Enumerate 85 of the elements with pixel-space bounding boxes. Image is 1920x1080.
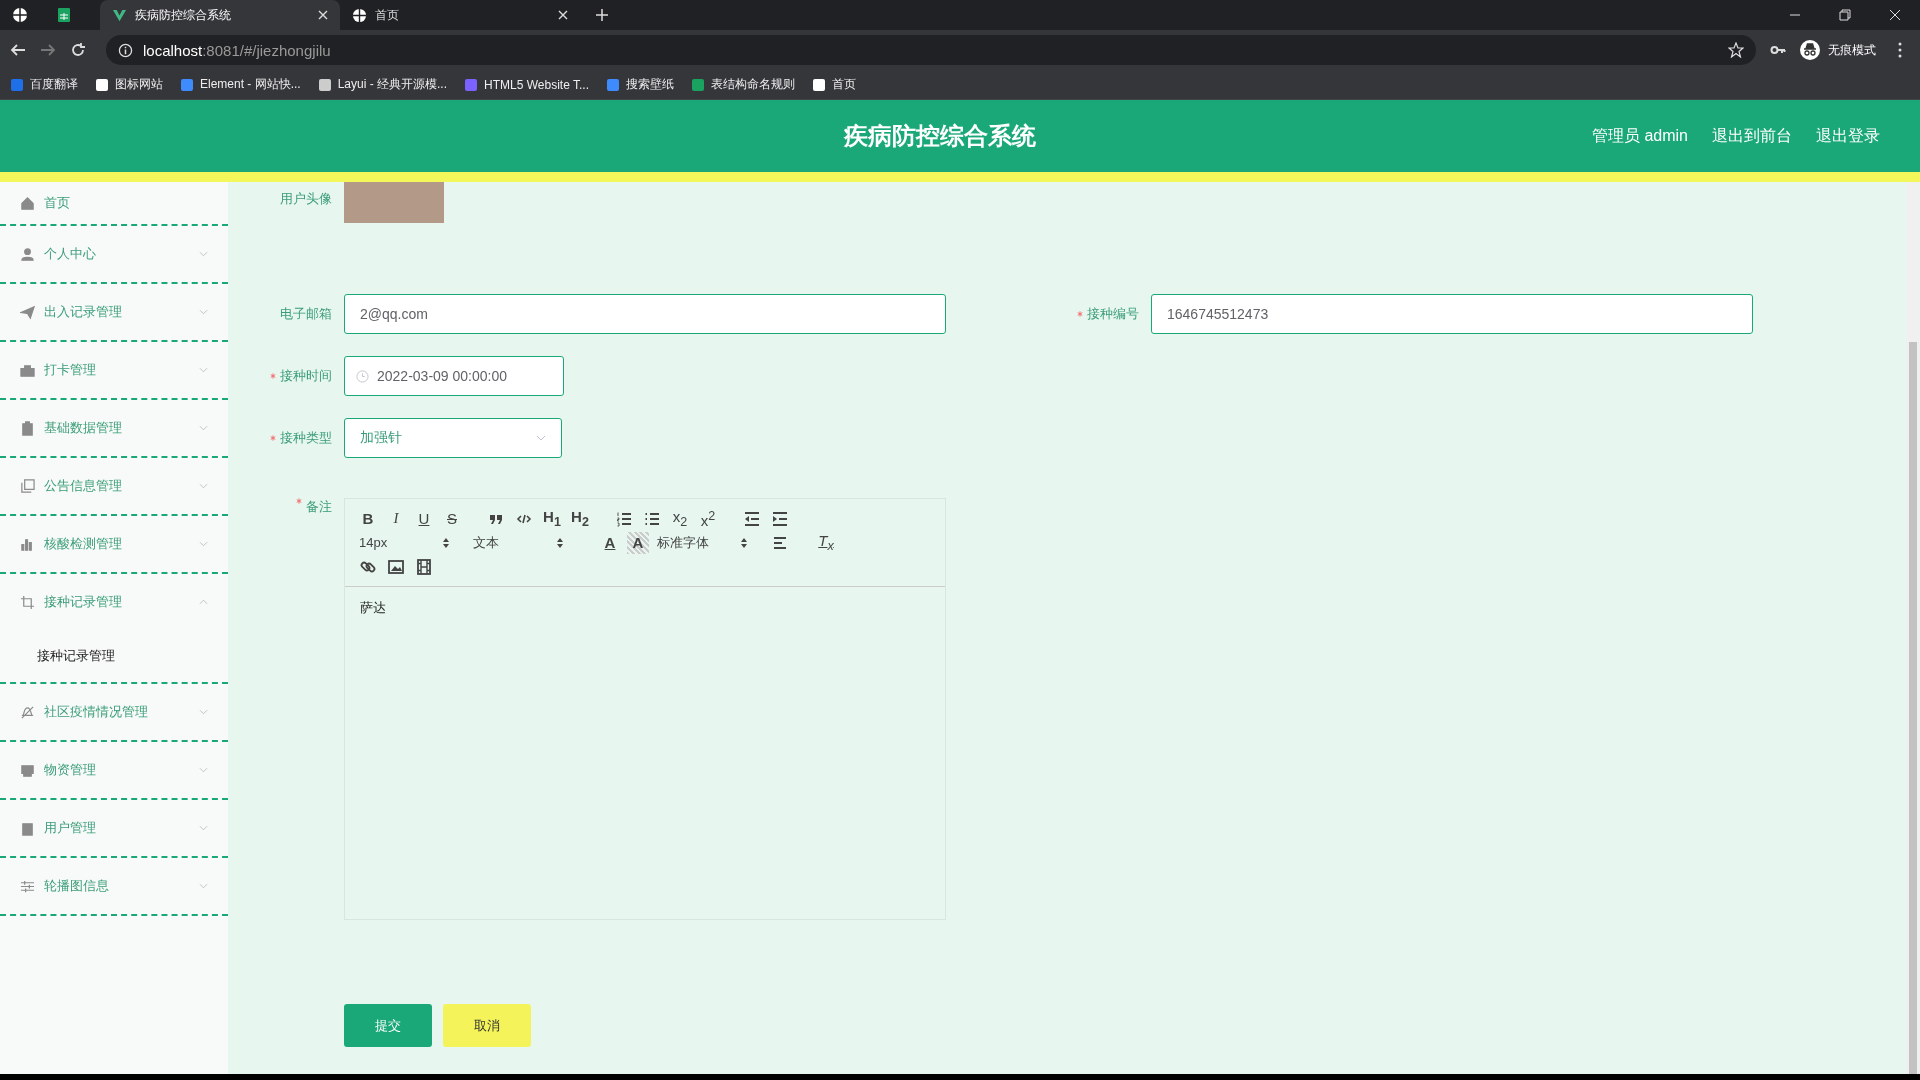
- bookmark-icon: [180, 77, 194, 92]
- bookmark-icon: [691, 77, 705, 92]
- toolbar-button[interactable]: H$_{2}$: [569, 507, 591, 530]
- user-icon: [20, 246, 35, 262]
- home-icon: [20, 195, 35, 211]
- toolbar-button[interactable]: T$_{x}$: [815, 531, 837, 554]
- incognito-icon: [1800, 40, 1820, 60]
- clock-icon: [356, 369, 369, 383]
- plus-icon[interactable]: [596, 9, 608, 21]
- submenu-item[interactable]: 接种记录管理: [0, 630, 228, 682]
- bookmark-icon: [606, 77, 620, 92]
- bookmark-icon: [812, 77, 826, 92]
- select-field[interactable]: 加强针: [344, 418, 562, 458]
- toolbar-button[interactable]: A: [627, 531, 649, 554]
- tab-title: 疾病防控综合系统: [135, 6, 232, 24]
- date-field[interactable]: 2022-03-09 00:00:00: [344, 356, 564, 396]
- field-label: 接种类型: [280, 429, 332, 447]
- user-label: 管理员 admin: [1591, 125, 1688, 146]
- text-field[interactable]: 2@qq.com: [344, 294, 946, 334]
- send-icon: [20, 304, 35, 320]
- field-label: 接种时间: [280, 367, 332, 385]
- bookmark[interactable]: 首页: [812, 76, 856, 93]
- toolbar-button[interactable]: x$^{2}$: [697, 507, 719, 530]
- close-icon[interactable]: [558, 10, 568, 20]
- bookmark-icon: [10, 77, 24, 92]
- bookmark[interactable]: 表结构命名规则: [691, 76, 795, 93]
- toolbar-button[interactable]: H$_{1}$: [541, 507, 563, 530]
- reload-icon[interactable]: [70, 42, 86, 58]
- clipboard-icon: [20, 420, 35, 436]
- toolbar-button[interactable]: S: [441, 507, 463, 530]
- browser-tab[interactable]: 首页: [340, 0, 580, 30]
- close-icon[interactable]: [1889, 9, 1901, 21]
- v-logo-icon: [112, 7, 127, 23]
- bookmark-icon: [95, 77, 109, 92]
- globe-icon[interactable]: [12, 7, 28, 23]
- field-label: 接种编号: [1087, 305, 1139, 323]
- toolbar-button[interactable]: A: [599, 531, 621, 554]
- bookmark[interactable]: Element - 网站快...: [180, 76, 301, 93]
- sliders-icon: [20, 878, 35, 894]
- field-label: 备注: [306, 498, 332, 516]
- toolbar-button[interactable]: x$_{2}$: [669, 507, 691, 530]
- more-icon[interactable]: [1898, 42, 1902, 58]
- crop-icon: [20, 594, 35, 610]
- info-icon: [118, 42, 133, 58]
- browser-tab[interactable]: 疾病防控综合系统: [100, 0, 340, 30]
- copy-icon: [20, 478, 35, 494]
- field-label: 电子邮箱: [280, 305, 332, 323]
- bookmark-icon: [464, 77, 479, 92]
- app-title: 疾病防控综合系统: [844, 121, 1036, 151]
- toolbar-button[interactable]: U: [413, 507, 435, 530]
- cancel-button[interactable]: 取消: [443, 1004, 531, 1047]
- address-field[interactable]: localhost:8081/#/jiezhongjilu: [106, 35, 1756, 65]
- toolbar-dropdown[interactable]: 14px: [357, 535, 449, 550]
- star-icon[interactable]: [1728, 42, 1744, 58]
- bookmark[interactable]: Layui - 经典开源模...: [317, 76, 448, 93]
- toolbar-button[interactable]: B: [357, 507, 379, 530]
- tab-title: 首页: [375, 6, 400, 24]
- scrollbar[interactable]: [1906, 182, 1920, 1074]
- briefcase-icon: [20, 362, 35, 378]
- updown-icon: [741, 537, 747, 548]
- updown-icon: [443, 537, 449, 548]
- tray-icon: [20, 762, 35, 778]
- bookmark[interactable]: HTML5 Website T...: [464, 77, 589, 92]
- bookmark[interactable]: 搜索壁纸: [606, 76, 674, 93]
- bar-chart-icon: [20, 536, 35, 552]
- globe-icon: [352, 7, 367, 23]
- text-field[interactable]: 1646745512473: [1151, 294, 1753, 334]
- bookmark[interactable]: 图标网站: [95, 76, 163, 93]
- toolbar-dropdown[interactable]: 标准字体: [655, 533, 747, 552]
- chevron-down-icon: [536, 435, 546, 441]
- clipboard-icon: [20, 820, 35, 836]
- bookmark-icon: [317, 77, 332, 92]
- restore-icon[interactable]: [1839, 9, 1851, 21]
- back-arrow-icon[interactable]: [10, 42, 26, 58]
- close-icon[interactable]: [318, 10, 328, 20]
- incognito-badge[interactable]: 无痕模式: [1800, 40, 1890, 60]
- spreadsheet-icon[interactable]: [56, 7, 72, 23]
- toolbar-dropdown[interactable]: 文本: [471, 533, 563, 552]
- toolbar-button[interactable]: I: [385, 507, 407, 530]
- bookmark[interactable]: 百度翻译: [10, 76, 78, 93]
- updown-icon: [557, 537, 563, 548]
- forward-arrow-icon[interactable]: [40, 42, 56, 58]
- field-label: 用户头像: [279, 190, 332, 208]
- bell-off-icon: [20, 704, 35, 720]
- editor-text[interactable]: 萨达: [345, 587, 945, 919]
